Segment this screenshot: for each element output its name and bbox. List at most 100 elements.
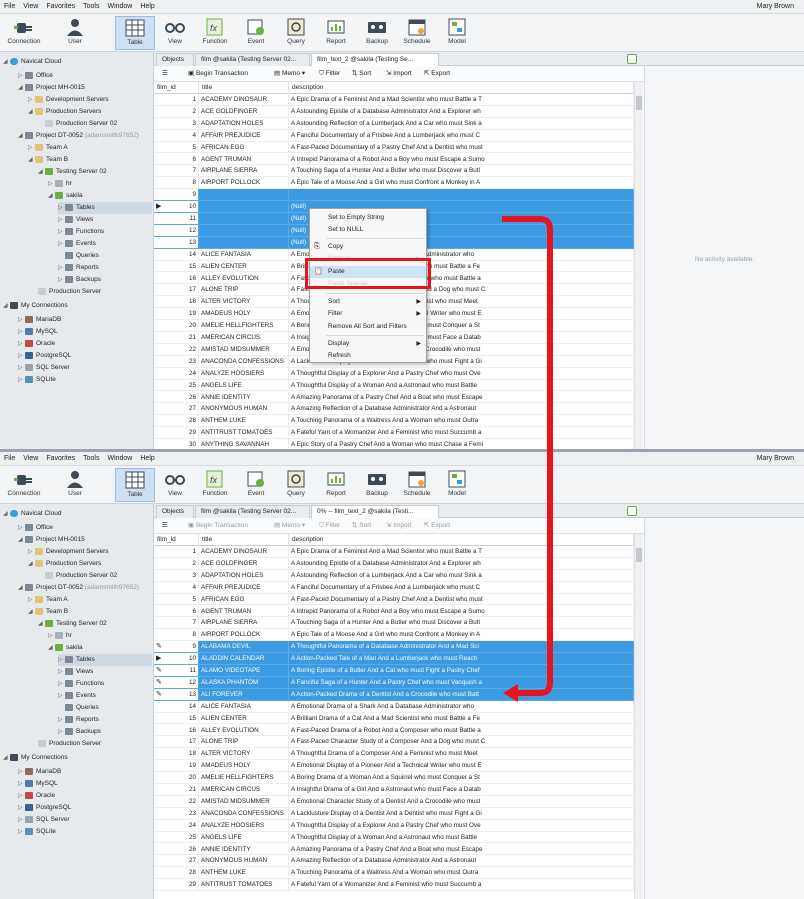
- tree-events[interactable]: ▷ Events: [58, 690, 96, 702]
- toolbar-function-button[interactable]: fx Function: [195, 468, 235, 502]
- tree-connection-mariadb[interactable]: ▷ MariaDB: [18, 766, 61, 778]
- cell-description[interactable]: A Action-Packed Drama of a Dentist And a…: [289, 688, 634, 701]
- table-row[interactable]: 29 ANTITRUST TOMATOES A Fateful Yarn of a …: [154, 427, 634, 440]
- cell-title[interactable]: ANACONDA CONFESSIONS: [199, 807, 289, 820]
- cell-film-id[interactable]: 18: [154, 296, 199, 309]
- cell-film-id[interactable]: 27: [154, 403, 199, 416]
- toolbar-backup-button[interactable]: Backup: [357, 468, 397, 502]
- table-row[interactable]: 2 ACE GOLDFINGER A Astounding Epistle of a…: [154, 105, 634, 118]
- tree-connection-mysql[interactable]: ▷ MySQL: [18, 778, 58, 790]
- cell-title[interactable]: ALONE TRIP: [199, 284, 289, 297]
- tab-film[interactable]: film @sakila (Testing Server 02...: [195, 53, 310, 66]
- vertical-scrollbar[interactable]: [634, 82, 643, 449]
- table-row[interactable]: 26 ANNIE IDENTITY A Amazing Panorama of a …: [154, 391, 634, 404]
- column-header-film-id[interactable]: film_id: [154, 82, 199, 94]
- cell-title[interactable]: ANTITRUST TOMATOES: [199, 427, 289, 440]
- cell-film-id[interactable]: 23: [154, 355, 199, 368]
- tree-views[interactable]: ▷ Views: [58, 214, 93, 226]
- toolbar-table-button[interactable]: Table: [115, 468, 155, 502]
- menu-window[interactable]: Window: [103, 452, 136, 462]
- toolbar-connection-button[interactable]: Connection: [4, 16, 44, 50]
- tree-connection-sqlite[interactable]: ▷ SQLite: [18, 374, 56, 386]
- cell-description[interactable]: A Epic Tale of a Moose And a Girl who mu…: [289, 629, 634, 642]
- toolbar-event-button[interactable]: Event: [236, 16, 276, 50]
- tree-views[interactable]: ▷ Views: [58, 666, 93, 678]
- cell-film-id[interactable]: 17: [154, 284, 199, 297]
- cell-film-id[interactable]: 26: [154, 843, 199, 856]
- cell-title[interactable]: [199, 224, 289, 237]
- cell-description[interactable]: A Boring Epistle of a Butler And a Cat w…: [289, 665, 634, 677]
- column-header-description[interactable]: description: [289, 82, 634, 94]
- tree-connection-mariadb[interactable]: ▷ MariaDB: [18, 314, 61, 326]
- toolbar-function-button[interactable]: fx Function: [195, 16, 235, 50]
- menu-help[interactable]: Help: [136, 452, 158, 462]
- cell-film-id[interactable]: 19: [154, 308, 199, 321]
- cell-description[interactable]: A Brilliant Drama of a Cat And a Mad Sci…: [289, 712, 634, 725]
- tree-production-server[interactable]: Production Server: [38, 738, 101, 750]
- cell-description[interactable]: A Epic Drama of a Feminist And a Mad Sci…: [289, 546, 634, 558]
- cell-title[interactable]: [199, 189, 289, 202]
- tab-objects[interactable]: Objects: [156, 505, 194, 518]
- cell-film-id[interactable]: 11: [154, 213, 199, 225]
- toolbar-view-button[interactable]: View: [155, 16, 195, 50]
- toolbar-event-button[interactable]: Event: [236, 468, 276, 502]
- cell-film-id[interactable]: 13: [154, 236, 199, 249]
- cell-description[interactable]: A Thoughtful Display of a Explorer And a…: [289, 367, 634, 380]
- table-row[interactable]: 20AMELIE HELLFIGHTERSA Boring Drama of a…: [154, 772, 634, 784]
- table-row[interactable]: 27 ANONYMOUS HUMAN A Amazing Reflection of…: [154, 403, 634, 416]
- user-name[interactable]: Mary Brown: [757, 3, 794, 10]
- cell-title[interactable]: AMISTAD MIDSUMMER: [199, 343, 289, 356]
- tree-production-server[interactable]: Production Server: [38, 286, 101, 298]
- cell-film-id[interactable]: 24: [154, 367, 199, 380]
- cell-description[interactable]: A Fanciful Saga of a Hunter And a Pastry…: [289, 676, 634, 689]
- toolbar-user-button[interactable]: User: [55, 468, 95, 502]
- tree-connection-postgresql[interactable]: ▷ PostgreSQL: [18, 802, 71, 814]
- user-name[interactable]: Mary Brown: [757, 455, 794, 462]
- tree-connection-postgresql[interactable]: ▷ PostgreSQL: [18, 350, 71, 362]
- begin-transaction-button[interactable]: ▣ Begin Transaction: [188, 521, 248, 531]
- toolbar-connection-button[interactable]: Connection: [4, 468, 44, 502]
- table-row[interactable]: 5 AFRICAN EGG A Fast-Paced Documentary of …: [154, 593, 634, 606]
- filter-button[interactable]: ⛉ Filter: [319, 69, 340, 79]
- cell-film-id[interactable]: 2: [154, 557, 199, 570]
- tree-dev-servers[interactable]: ▷ Development Servers: [28, 546, 109, 558]
- cell-film-id[interactable]: 30: [154, 439, 199, 449]
- cell-title[interactable]: ANONYMOUS HUMAN: [199, 403, 289, 416]
- cell-description[interactable]: A Insightful Drama of a Girl And a Astro…: [289, 784, 634, 796]
- cell-film-id[interactable]: 15: [154, 260, 199, 273]
- tree-connection-oracle[interactable]: ▷ Oracle: [18, 338, 55, 350]
- cell-description[interactable]: A Astounding Epistle of a Database Admin…: [289, 557, 634, 570]
- begin-transaction-button[interactable]: ▣ Begin Transaction: [188, 69, 248, 79]
- cell-title[interactable]: AIRPLANE SIERRA: [199, 617, 289, 630]
- cell-film-id[interactable]: 2: [154, 105, 199, 118]
- cell-film-id[interactable]: 15: [154, 712, 199, 725]
- cell-film-id[interactable]: 21: [154, 784, 199, 796]
- cell-title[interactable]: [199, 201, 289, 213]
- cell-film-id[interactable]: 22: [154, 795, 199, 808]
- cell-film-id[interactable]: 19: [154, 760, 199, 773]
- menu-view[interactable]: View: [19, 452, 42, 462]
- cell-description[interactable]: A Epic Tale of a Moose And a Girl who mu…: [289, 177, 634, 190]
- tree-sakila[interactable]: ◢ sakila: [48, 642, 83, 654]
- cell-film-id[interactable]: 14: [154, 700, 199, 713]
- cell-description[interactable]: A Epic Drama of a Feminist And a Mad Sci…: [289, 94, 634, 106]
- filter-button[interactable]: ⛉ Filter: [319, 521, 340, 531]
- tab-film-text-2[interactable]: film_text_2 @sakila (Testing Se...: [311, 53, 439, 66]
- table-row[interactable]: 15ALIEN CENTERA Brilliant Drama of a Cat…: [154, 712, 634, 725]
- cell-title[interactable]: AIRPLANE SIERRA: [199, 165, 289, 178]
- toolbar-view-button[interactable]: View: [155, 468, 195, 502]
- table-row[interactable]: 3 ADAPTATION HOLES A Astounding Reflection…: [154, 117, 634, 130]
- toolbar-report-button[interactable]: Report: [316, 16, 356, 50]
- cell-title[interactable]: ALADDIN CALENDAR: [199, 653, 289, 665]
- cell-film-id[interactable]: 5: [154, 141, 199, 154]
- cell-film-id[interactable]: 5: [154, 593, 199, 606]
- tree-navicat-cloud[interactable]: ◢ Navicat Cloud: [3, 508, 61, 520]
- table-row[interactable]: 1 ACADEMY DINOSAUR A Epic Drama of a Femin…: [154, 546, 634, 558]
- tree-functions[interactable]: ▷ Functions: [58, 678, 104, 690]
- table-row[interactable]: 7 AIRPLANE SIERRA A Touching Saga of a Hun…: [154, 165, 634, 178]
- tree-dev-servers[interactable]: ▷ Development Servers: [28, 94, 109, 106]
- export-button[interactable]: ⇱ Export: [424, 69, 450, 79]
- tree-connection-sqlserver[interactable]: ▷ SQL Server: [18, 362, 70, 374]
- cell-title[interactable]: ANONYMOUS HUMAN: [199, 855, 289, 868]
- cell-title[interactable]: AGENT TRUMAN: [199, 605, 289, 618]
